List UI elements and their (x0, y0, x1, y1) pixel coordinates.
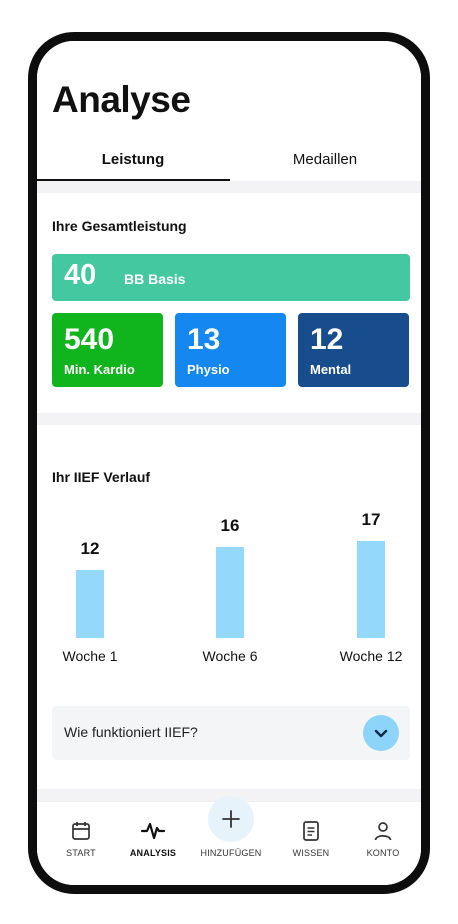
nav-label: WISSEN (292, 848, 330, 858)
nav-item-wissen[interactable]: WISSEN (273, 814, 349, 874)
basis-value: 40 (64, 259, 97, 291)
stat-value: 13 (187, 323, 221, 356)
stat-value: 12 (310, 323, 344, 356)
page-title: Analyse (52, 79, 191, 120)
stat-label: Physio (187, 362, 230, 377)
bar-value-label: 12 (80, 538, 100, 558)
nav-item-analysis[interactable]: ANALYSIS (115, 814, 191, 874)
chevron-down-icon[interactable] (363, 715, 399, 751)
stat-card-kardio: 540 Min. Kardio (52, 313, 163, 387)
app-screen: Analyse Leistung Medaillen Ihre Gesamtle… (37, 41, 421, 885)
stat-label: Min. Kardio (64, 362, 135, 377)
add-button[interactable] (208, 796, 254, 842)
basis-label: BB Basis (124, 271, 186, 287)
bottom-navigation: START ANALYSIS HINZUFÜGEN WISSEN KONTO (37, 796, 421, 885)
chart-bar (357, 541, 385, 638)
stat-value: 540 (64, 323, 115, 356)
basis-card: 40 BB Basis (52, 254, 410, 301)
nav-item-start[interactable]: START (43, 814, 119, 874)
section-divider (37, 413, 421, 425)
tab-medaillen[interactable]: Medaillen (229, 137, 421, 181)
faq-accordion[interactable]: Wie funktioniert IIEF? (52, 706, 410, 760)
category-label: Woche 6 (202, 648, 258, 664)
faq-label: Wie funktioniert IIEF? (64, 724, 198, 740)
nav-label: START (66, 848, 96, 858)
nav-label: HINZUFÜGEN (200, 848, 262, 858)
stat-label: Mental (310, 362, 352, 377)
pulse-icon (141, 822, 165, 840)
bar-value-label: 17 (361, 510, 381, 530)
iief-heading: Ihr IIEF Verlauf (52, 469, 151, 485)
user-icon (374, 822, 392, 841)
section-divider (37, 181, 421, 193)
category-label: Woche 1 (62, 648, 118, 664)
iief-bar-chart: 12 Woche 1 16 Woche 6 17 Woche 12 (37, 491, 421, 681)
document-icon (303, 821, 319, 841)
tab-bar: Leistung Medaillen (37, 137, 421, 181)
chart-bar (76, 569, 104, 638)
tab-leistung[interactable]: Leistung (37, 137, 229, 181)
plus-icon (222, 810, 240, 828)
summary-heading: Ihre Gesamtleistung (52, 218, 187, 234)
calendar-icon (72, 822, 90, 840)
stat-card-physio: 13 Physio (175, 313, 286, 387)
bar-value-label: 16 (220, 515, 240, 535)
stat-card-mental: 12 Mental (298, 313, 409, 387)
category-label: Woche 12 (339, 648, 403, 664)
phone-frame: Analyse Leistung Medaillen Ihre Gesamtle… (28, 32, 430, 894)
nav-label: ANALYSIS (129, 848, 177, 858)
nav-item-konto[interactable]: KONTO (345, 814, 421, 874)
nav-label: KONTO (366, 848, 400, 858)
chart-bar (216, 546, 244, 638)
